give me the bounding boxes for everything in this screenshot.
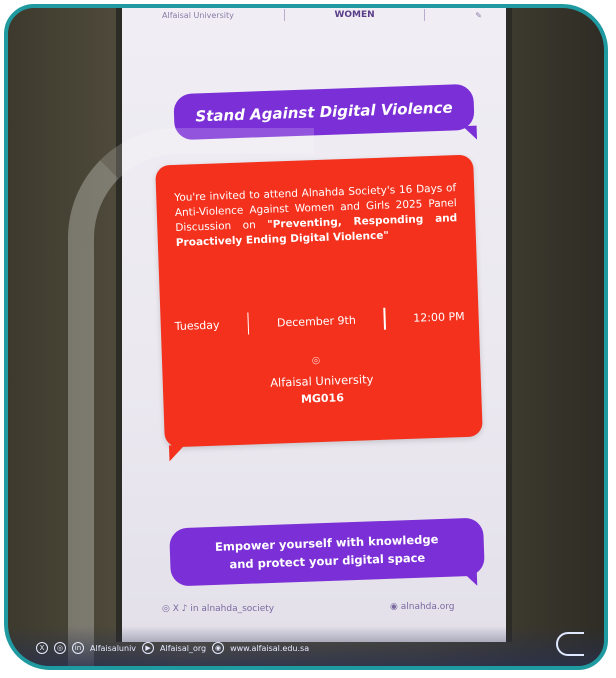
x-icon: X [36, 642, 48, 654]
photo-frame: Alfaisal University WOMEN ✎ Stand Agains… [4, 4, 608, 670]
youtube-icon: ▶ [142, 642, 155, 654]
strip-site: www.alfaisal.edu.sa [230, 643, 310, 653]
light-reflection [68, 128, 314, 666]
linkedin-icon: in [72, 642, 84, 654]
divider [424, 9, 426, 21]
site-text: alnahda.org [400, 602, 455, 612]
globe-icon: ◉ [390, 602, 401, 612]
brand-logo [556, 632, 584, 656]
logo-left: Alfaisal University [162, 10, 234, 20]
event-time: 12:00 PM [413, 309, 465, 325]
strip-handle2: Alfaisal_org [160, 643, 207, 653]
logo-women: WOMEN [334, 10, 375, 20]
bottom-strip: X ◎ in Alfaisaluniv ▶ Alfaisal_org ◉ www… [8, 626, 604, 666]
logo-right: ✎ [475, 10, 482, 20]
top-logos: Alfaisal University WOMEN ✎ [162, 8, 482, 24]
strip-text: X ◎ in Alfaisaluniv ▶ Alfaisal_org ◉ www… [36, 642, 309, 654]
globe-icon: ◉ [212, 642, 225, 654]
headline-text: Stand Against Digital Violence [195, 98, 453, 126]
divider [383, 307, 386, 330]
footer-site: ◉ alnahda.org [390, 602, 455, 612]
divider [283, 9, 285, 21]
instagram-icon: ◎ [54, 642, 66, 654]
strip-handle1: Alfaisaluniv [90, 643, 137, 653]
